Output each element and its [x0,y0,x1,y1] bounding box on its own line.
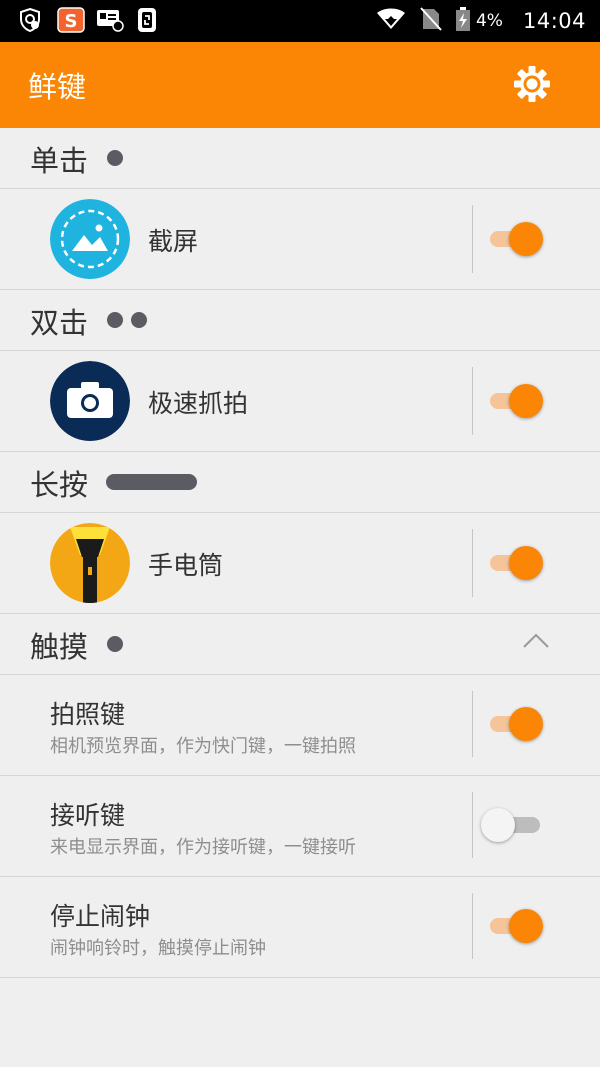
action-row-screenshot[interactable]: 截屏 [0,189,600,290]
action-label: 手电筒 [148,551,224,580]
stop-alarm-toggle[interactable] [487,907,549,945]
shutter-key-toggle[interactable] [487,705,549,743]
touch-item-subtitle: 闹钟响铃时，触摸停止闹钟 [50,938,266,959]
touch-row-shutter[interactable]: 拍照键 相机预览界面，作为快门键，一键拍照 [0,675,600,776]
divider [472,529,473,597]
divider [472,893,473,959]
action-row-camera[interactable]: 极速抓拍 [0,351,600,452]
app-title: 鲜键 [28,70,87,104]
touch-row-alarm[interactable]: 停止闹钟 闹钟响铃时，触摸停止闹钟 [0,877,600,978]
touch-item-title: 拍照键 [50,700,126,729]
svg-text:S: S [65,11,78,32]
no-sim-icon [420,7,442,35]
flashlight-icon [50,523,130,603]
status-bar: S 4% 14:04 [0,0,600,42]
divider [472,367,473,435]
section-touch: 触摸 [0,614,600,675]
action-row-flashlight[interactable]: 手电筒 [0,513,600,614]
camera-icon [50,361,130,441]
divider [472,205,473,273]
long-press-pill-icon [106,474,197,490]
clock: 14:04 [522,9,586,33]
app-bar: 鲜键 [0,42,600,128]
battery-charging-icon [455,7,470,35]
touch-item-title: 停止闹钟 [50,902,151,931]
touch-item-title: 接听键 [50,801,126,830]
divider [472,691,473,757]
screenshot-toggle[interactable] [487,220,549,258]
action-label: 极速抓拍 [148,389,249,418]
section-label: 双击 [30,306,89,340]
touch-row-answer[interactable]: 接听键 来电显示界面，作为接听键，一键接听 [0,776,600,877]
section-long-press: 长按 [0,452,600,513]
battery-level: 4% [475,11,503,31]
double-dot-icon [131,312,147,328]
section-label: 长按 [30,468,89,502]
gear-icon[interactable] [512,64,552,104]
shield-icon [18,7,42,33]
action-label: 截屏 [148,227,199,256]
touch-item-subtitle: 相机预览界面，作为快门键，一键拍照 [50,736,356,757]
section-double-click: 双击 [0,290,600,351]
sogou-input-icon: S [57,7,85,33]
double-dot-icon [107,312,123,328]
chevron-up-icon[interactable] [522,632,550,650]
camera-toggle[interactable] [487,382,549,420]
section-single-click: 单击 [0,128,600,189]
id-card-icon [96,7,124,33]
notification-icons: S [18,7,174,33]
answer-key-toggle[interactable] [481,806,549,844]
divider [472,792,473,858]
single-dot-icon [107,150,123,166]
screenshot-icon [50,199,130,279]
touch-item-subtitle: 来电显示界面，作为接听键，一键接听 [50,837,356,858]
flashlight-toggle[interactable] [487,544,549,582]
section-label: 单击 [30,144,89,178]
section-label: 触摸 [30,630,89,664]
touch-dot-icon [107,636,123,652]
wifi-icon [376,8,406,34]
rotate-icon [135,7,159,33]
